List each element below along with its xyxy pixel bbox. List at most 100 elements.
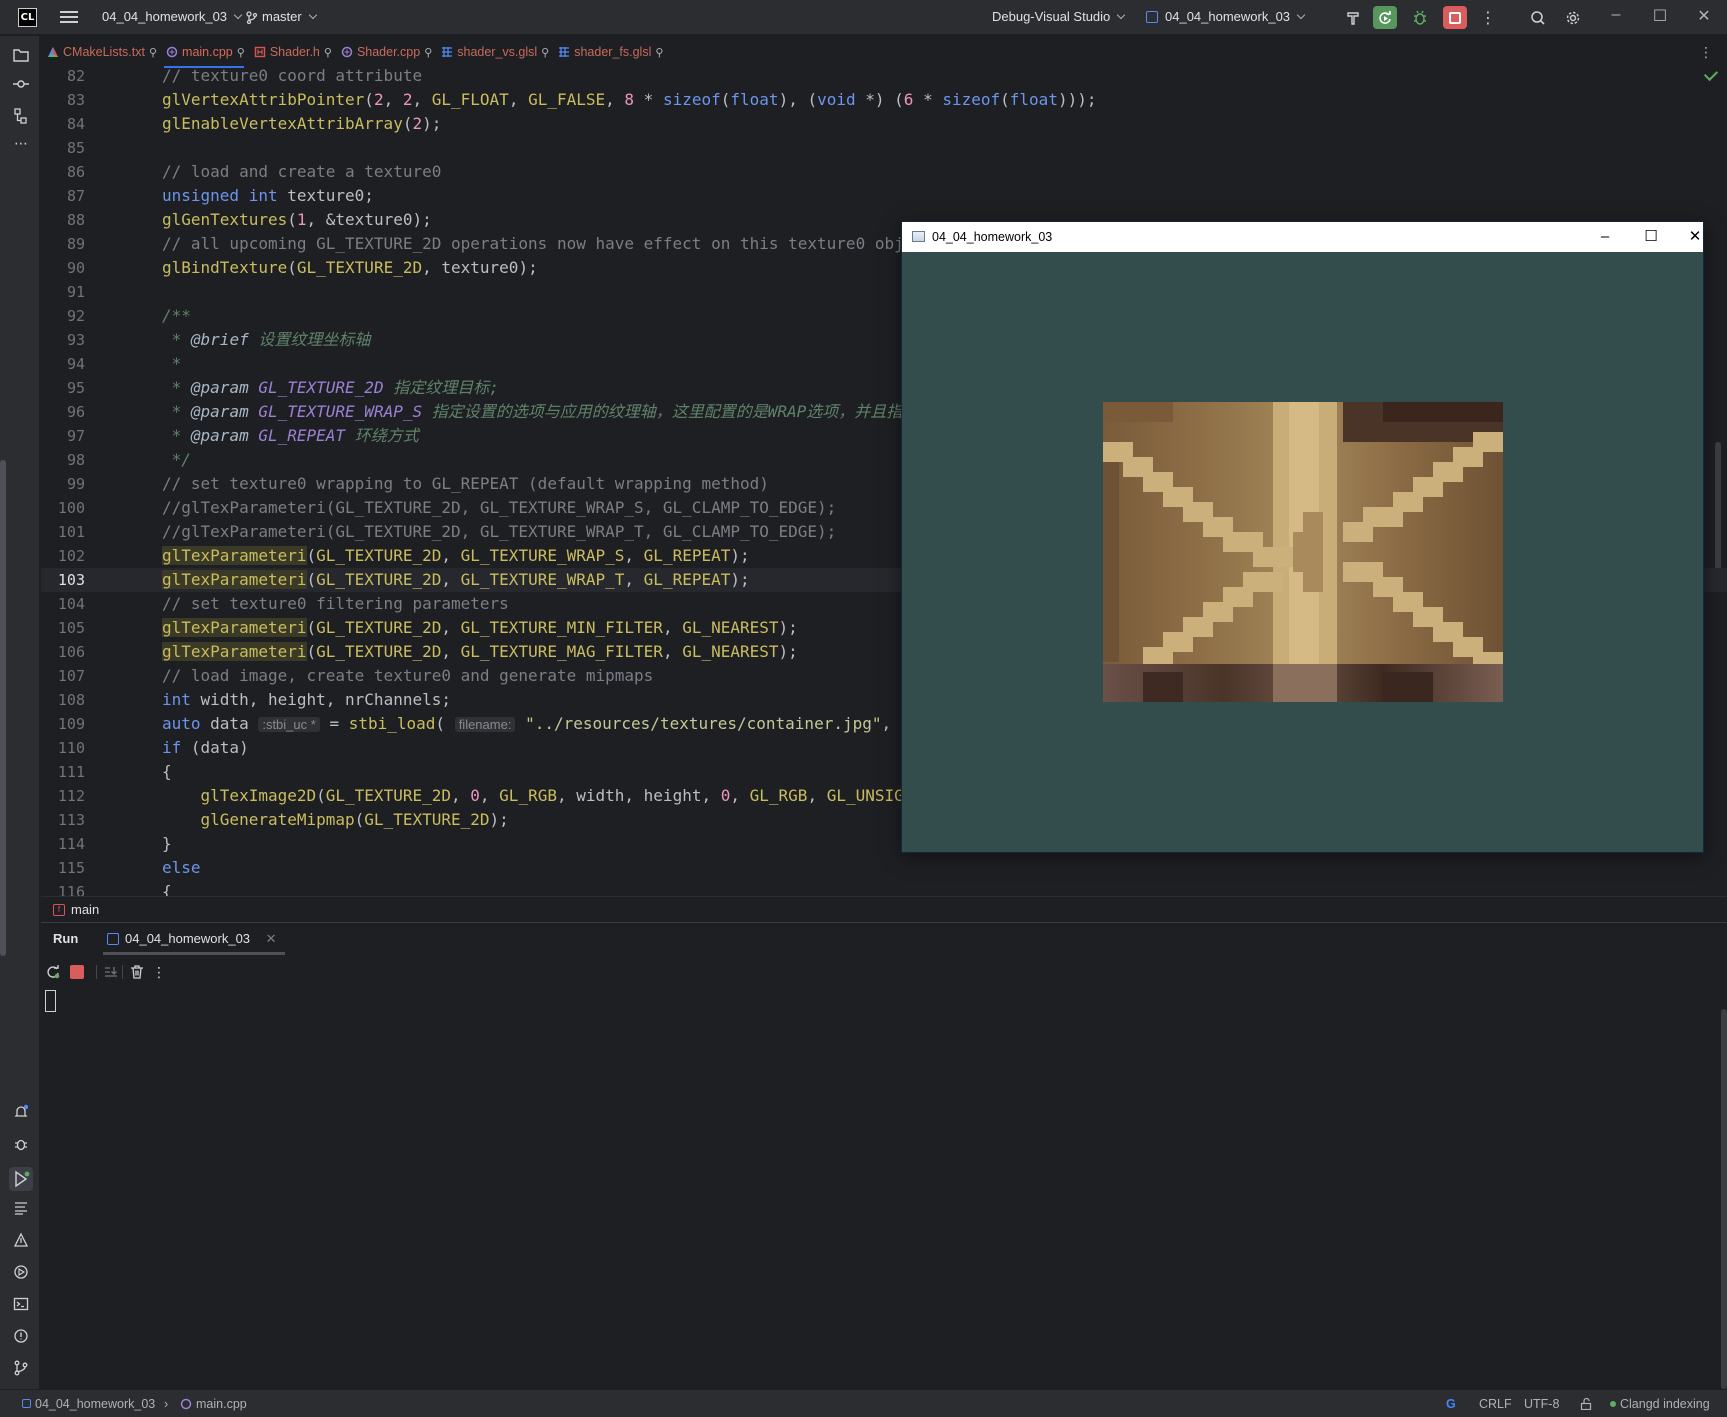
structure-list-icon[interactable] xyxy=(13,1200,29,1216)
line-number[interactable]: 97 xyxy=(41,424,85,448)
line-number[interactable]: 115 xyxy=(41,856,85,880)
code-line[interactable]: 115 else xyxy=(41,856,1727,880)
settings-icon[interactable] xyxy=(1561,6,1585,29)
code-text[interactable]: glTexParameteri(GL_TEXTURE_2D, GL_TEXTUR… xyxy=(162,568,750,592)
maximize-icon[interactable]: ☐ xyxy=(1634,226,1668,248)
code-text[interactable]: // texture0 coord attribute xyxy=(162,68,422,88)
code-text[interactable]: * @param GL_TEXTURE_2D 指定纹理目标; xyxy=(162,376,499,400)
code-text[interactable]: glTexParameteri(GL_TEXTURE_2D, GL_TEXTUR… xyxy=(162,616,798,640)
left-scroll-thumb[interactable] xyxy=(0,460,6,956)
code-text[interactable]: * @param GL_REPEAT 环绕方式 xyxy=(162,424,419,448)
line-number[interactable]: 98 xyxy=(41,448,85,472)
run-target-selector[interactable]: 04_04_homework_03 xyxy=(1146,9,1306,24)
clear-icon[interactable] xyxy=(129,964,145,980)
line-number[interactable]: 82 xyxy=(41,68,85,88)
code-text[interactable]: * @brief 设置纹理坐标轴 xyxy=(162,328,371,352)
line-number[interactable]: 95 xyxy=(41,376,85,400)
tab-shader-cpp[interactable]: Shader.cpp ⚲ xyxy=(335,36,435,68)
code-text[interactable]: else xyxy=(162,856,201,880)
debug-icon[interactable] xyxy=(1408,6,1432,29)
tab-main-cpp[interactable]: main.cpp ⚲ xyxy=(160,36,248,68)
pin-icon[interactable]: ⚲ xyxy=(655,46,663,59)
code-text[interactable]: /** xyxy=(162,304,191,328)
line-number[interactable]: 93 xyxy=(41,328,85,352)
commit-icon[interactable] xyxy=(12,75,30,93)
opengl-window[interactable]: 04_04_homework_03 – ☐ ✕ xyxy=(902,222,1703,852)
code-text[interactable]: * xyxy=(162,352,182,376)
line-number[interactable]: 85 xyxy=(41,136,85,160)
close-icon[interactable]: ✕ xyxy=(266,931,277,946)
code-text[interactable]: { xyxy=(162,760,172,784)
console-output[interactable] xyxy=(41,987,1711,1387)
code-text[interactable]: unsigned int texture0; xyxy=(162,184,374,208)
hammer-icon[interactable] xyxy=(1341,6,1365,29)
line-number[interactable]: 104 xyxy=(41,592,85,616)
more-icon[interactable]: ⋮ xyxy=(1476,6,1500,29)
code-text[interactable]: //glTexParameteri(GL_TEXTURE_2D, GL_TEXT… xyxy=(162,496,836,520)
line-number[interactable]: 84 xyxy=(41,112,85,136)
code-text[interactable]: glTexParameteri(GL_TEXTURE_2D, GL_TEXTUR… xyxy=(162,544,750,568)
status-project[interactable]: 04_04_homework_03 xyxy=(22,1397,155,1411)
line-number[interactable]: 114 xyxy=(41,832,85,856)
line-number[interactable]: 96 xyxy=(41,400,85,424)
tab-shader-fs-glsl[interactable]: shader_fs.glsl ⚲ xyxy=(552,36,666,68)
pin-icon[interactable]: ⚲ xyxy=(541,46,549,59)
run-tab[interactable]: 04_04_homework_03 ✕ xyxy=(103,923,285,955)
maximize-icon[interactable]: ☐ xyxy=(1645,6,1675,28)
rerun-icon[interactable] xyxy=(45,964,61,980)
opengl-viewport[interactable] xyxy=(902,252,1703,852)
line-number[interactable]: 87 xyxy=(41,184,85,208)
terminal-icon[interactable] xyxy=(13,1296,29,1312)
project-folder-icon[interactable] xyxy=(12,46,30,64)
code-text[interactable]: glTexParameteri(GL_TEXTURE_2D, GL_TEXTUR… xyxy=(162,640,798,664)
tab-cmakelists[interactable]: CMakeLists.txt ⚲ xyxy=(41,36,160,68)
code-line[interactable]: 82 // texture0 coord attribute xyxy=(41,68,1727,88)
tab-shader-h[interactable]: Shader.h ⚲ xyxy=(248,36,335,68)
pin-icon[interactable]: ⚲ xyxy=(149,46,157,59)
line-number[interactable]: 116 xyxy=(41,880,85,896)
line-number[interactable]: 89 xyxy=(41,232,85,256)
cmake-tool-icon[interactable] xyxy=(13,1232,29,1248)
search-icon[interactable] xyxy=(1526,6,1550,29)
code-line[interactable]: 84 glEnableVertexAttribArray(2); xyxy=(41,112,1727,136)
more-tools-icon[interactable]: ⋯ xyxy=(12,135,30,153)
minimize-icon[interactable]: – xyxy=(1601,6,1631,28)
code-text[interactable]: glEnableVertexAttribArray(2); xyxy=(162,112,441,136)
code-text[interactable]: glGenerateMipmap(GL_TEXTURE_2D); xyxy=(162,808,509,832)
code-line[interactable]: 86 // load and create a texture0 xyxy=(41,160,1727,184)
pin-icon[interactable]: ⚲ xyxy=(237,46,245,59)
code-text[interactable]: int width, height, nrChannels; xyxy=(162,688,451,712)
project-selector[interactable]: 04_04_homework_03 xyxy=(102,9,243,24)
line-number[interactable]: 94 xyxy=(41,352,85,376)
line-ending[interactable]: CRLF xyxy=(1479,1397,1512,1411)
line-number[interactable]: 90 xyxy=(41,256,85,280)
indexing-status[interactable]: Clangd indexing xyxy=(1610,1397,1710,1411)
close-icon[interactable]: ✕ xyxy=(1689,6,1719,28)
line-number[interactable]: 88 xyxy=(41,208,85,232)
code-text[interactable]: // set texture0 wrapping to GL_REPEAT (d… xyxy=(162,472,769,496)
build-config-selector[interactable]: Debug-Visual Studio xyxy=(992,9,1126,24)
code-text[interactable]: { xyxy=(162,880,172,896)
line-number[interactable]: 91 xyxy=(41,280,85,304)
rerun-icon[interactable] xyxy=(1373,6,1397,29)
code-text[interactable]: glVertexAttribPointer(2, 2, GL_FLOAT, GL… xyxy=(162,88,1096,112)
console-scroll-thumb[interactable] xyxy=(1721,1009,1727,1389)
line-number[interactable]: 101 xyxy=(41,520,85,544)
code-text[interactable]: */ xyxy=(162,448,191,472)
line-number[interactable]: 108 xyxy=(41,688,85,712)
file-encoding[interactable]: UTF-8 xyxy=(1524,1397,1559,1411)
git-icon[interactable] xyxy=(13,1360,29,1376)
debug-icon[interactable] xyxy=(13,1136,29,1152)
code-line[interactable]: 87 unsigned int texture0; xyxy=(41,184,1727,208)
code-text[interactable]: // set texture0 filtering parameters xyxy=(162,592,509,616)
code-line[interactable]: 116 { xyxy=(41,880,1727,896)
google-icon[interactable]: G xyxy=(1446,1397,1456,1411)
line-number[interactable]: 92 xyxy=(41,304,85,328)
line-number[interactable]: 86 xyxy=(41,160,85,184)
problems-icon[interactable] xyxy=(13,1328,29,1344)
scroll-to-end-icon[interactable] xyxy=(103,964,119,980)
line-number[interactable]: 103 xyxy=(41,568,85,592)
code-text[interactable]: // load and create a texture0 xyxy=(162,160,441,184)
code-text[interactable]: if (data) xyxy=(162,736,249,760)
tab-shader-vs-glsl[interactable]: shader_vs.glsl ⚲ xyxy=(435,36,552,68)
